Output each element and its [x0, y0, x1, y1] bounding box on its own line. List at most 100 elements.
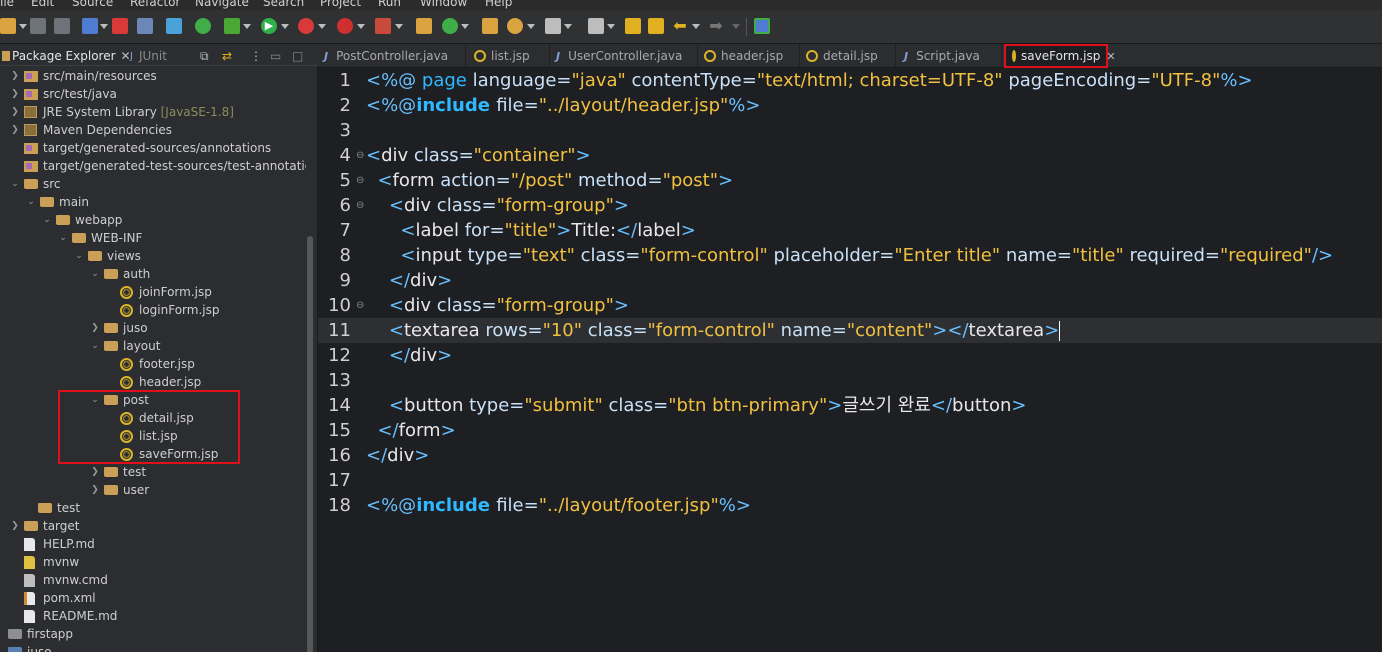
chevron-right-icon[interactable]: ❯	[10, 71, 20, 81]
menu-project[interactable]: Project	[320, 0, 361, 9]
back-dropdown[interactable]	[692, 24, 700, 29]
code-line[interactable]: 9 </div>	[318, 268, 1382, 293]
new-dropdown[interactable]	[19, 24, 27, 29]
tree-item[interactable]: ❯ juso	[90, 319, 147, 337]
back-icon[interactable]: ⬅	[672, 18, 688, 34]
terminal-icon[interactable]	[82, 18, 98, 34]
chevron-down-icon[interactable]: ⌄	[42, 215, 52, 225]
minimize-icon[interactable]: ▭	[270, 47, 281, 65]
tree-item[interactable]: target/generated-test-sources/test-annot…	[24, 157, 306, 175]
code-line[interactable]: 18 <%@include file="../layout/footer.jsp"…	[318, 493, 1382, 518]
code-line[interactable]: 14 <button type="submit" class="btn btn-…	[318, 393, 1382, 418]
tree-item[interactable]: ❯ target	[10, 517, 79, 535]
code-line[interactable]: 17	[318, 468, 1382, 493]
server-icon[interactable]	[166, 18, 182, 34]
chevron-right-icon[interactable]: ❯	[10, 107, 20, 117]
tab-editor[interactable]: header.jsp	[698, 44, 800, 68]
tab-junit[interactable]: J JUnit	[130, 47, 167, 65]
code-line[interactable]: 8 <input type="text" class="form-control…	[318, 243, 1382, 268]
chevron-right-icon[interactable]: ❯	[90, 485, 100, 495]
toolbox-icon[interactable]	[112, 18, 128, 34]
tree-item[interactable]: ⌄ auth	[90, 265, 150, 283]
tree-item[interactable]: ⌄ webapp	[42, 211, 122, 229]
tree-item[interactable]: ❯ JRE System Library [JavaSE-1.8]	[10, 103, 234, 121]
fold-icon[interactable]: ⊖	[356, 168, 364, 193]
tab-editor[interactable]: J Script.java	[896, 44, 1002, 68]
code-editor[interactable]: 1 <%@ page language="java" contentType="t…	[318, 68, 1382, 652]
code-line[interactable]: 2 <%@include file="../layout/header.jsp"%…	[318, 93, 1382, 118]
chevron-right-icon[interactable]: ❯	[90, 323, 100, 333]
forward-icon[interactable]: ➡	[708, 18, 724, 34]
fold-icon[interactable]: ⊖	[356, 193, 364, 218]
tree-item[interactable]: footer.jsp	[120, 355, 195, 373]
perspective-icon[interactable]	[754, 18, 770, 34]
tree-item[interactable]: test	[38, 499, 80, 517]
tree-item[interactable]: ❯ Maven Dependencies	[10, 121, 172, 139]
code-line[interactable]: 1 <%@ page language="java" contentType="t…	[318, 68, 1382, 93]
tab-editor[interactable]: J UserController.java	[550, 44, 698, 68]
last-edit-icon[interactable]	[625, 18, 641, 34]
coverage-icon[interactable]	[298, 18, 314, 34]
tree-item[interactable]: target/generated-sources/annotations	[24, 139, 271, 157]
tree-item[interactable]: ⌄ WEB-INF	[58, 229, 142, 247]
coverage-dropdown[interactable]	[318, 24, 326, 29]
tree-item[interactable]: header.jsp	[120, 373, 201, 391]
tree-item[interactable]: ❯ test	[90, 463, 146, 481]
tab-editor-active[interactable]: saveForm.jsp ✕	[1004, 44, 1116, 68]
new-class-dropdown[interactable]	[461, 24, 469, 29]
fold-icon[interactable]: ⊖	[356, 143, 364, 168]
menu-source[interactable]: Source	[72, 0, 113, 9]
chevron-right-icon[interactable]: ❯	[90, 467, 100, 477]
tree-item[interactable]: ⌄ layout	[90, 337, 160, 355]
tree-item[interactable]: ❯ src/main/resources	[10, 67, 157, 85]
chevron-right-icon[interactable]: ❯	[10, 125, 20, 135]
open-type-icon[interactable]	[482, 18, 498, 34]
fold-icon[interactable]: ⊖	[356, 293, 364, 318]
code-line[interactable]: 12 </div>	[318, 343, 1382, 368]
tab-editor[interactable]: list.jsp	[466, 44, 550, 68]
chevron-down-icon[interactable]: ⌄	[26, 197, 36, 207]
search-icon[interactable]	[507, 18, 523, 34]
chevron-down-icon[interactable]: ⌄	[74, 251, 84, 261]
start-server-icon[interactable]	[195, 18, 211, 34]
menu-window[interactable]: Window	[420, 0, 467, 9]
next-annotation-dropdown[interactable]	[607, 24, 615, 29]
tab-editor[interactable]: detail.jsp	[800, 44, 896, 68]
debug-dropdown[interactable]	[243, 24, 251, 29]
stop-icon[interactable]	[337, 18, 353, 34]
collapse-all-icon[interactable]: ⧉	[200, 47, 209, 65]
tree-item[interactable]: ❯ user	[90, 481, 149, 499]
menu-edit[interactable]: Edit	[31, 0, 54, 9]
stop-dropdown[interactable]	[357, 24, 365, 29]
code-line[interactable]: 13	[318, 368, 1382, 393]
chevron-down-icon[interactable]: ⌄	[90, 341, 100, 351]
external-tools-icon[interactable]	[375, 18, 391, 34]
link-with-editor-icon[interactable]: ⇄	[222, 47, 232, 65]
code-line[interactable]: 5 ⊖ <form action="/post" method="post">	[318, 168, 1382, 193]
save-icon[interactable]	[30, 18, 46, 34]
chevron-down-icon[interactable]: ⌄	[10, 179, 20, 189]
code-line[interactable]: 3	[318, 118, 1382, 143]
new-class-icon[interactable]	[442, 18, 458, 34]
run-icon[interactable]: ▶	[261, 18, 277, 34]
menu-file[interactable]: ile	[0, 0, 14, 9]
tree-item[interactable]: juso	[8, 643, 52, 652]
new-java-project-icon[interactable]	[416, 18, 432, 34]
code-line[interactable]: 11 <textarea rows="10" class="form-contr…	[318, 318, 1382, 343]
tree-item[interactable]: README.md	[24, 607, 117, 625]
code-line[interactable]: 10 ⊖ <div class="form-group">	[318, 293, 1382, 318]
code-line[interactable]: 16 </div>	[318, 443, 1382, 468]
tab-editor[interactable]: J PostController.java	[318, 44, 466, 68]
menu-refactor[interactable]: Refactor	[130, 0, 180, 9]
tree-item[interactable]: ⌄ main	[26, 193, 89, 211]
menu-run[interactable]: Run	[378, 0, 401, 9]
new-icon[interactable]	[0, 18, 16, 34]
menu-navigate[interactable]: Navigate	[195, 0, 249, 9]
tree-item[interactable]: ❯ src/test/java	[10, 85, 117, 103]
forward-dropdown[interactable]	[732, 24, 740, 29]
code-line[interactable]: 6 ⊖ <div class="form-group">	[318, 193, 1382, 218]
next-annotation-icon[interactable]	[588, 18, 604, 34]
debug-icon[interactable]	[224, 18, 240, 34]
save-all-icon[interactable]	[54, 18, 70, 34]
tree-item[interactable]: mvnw	[24, 553, 79, 571]
